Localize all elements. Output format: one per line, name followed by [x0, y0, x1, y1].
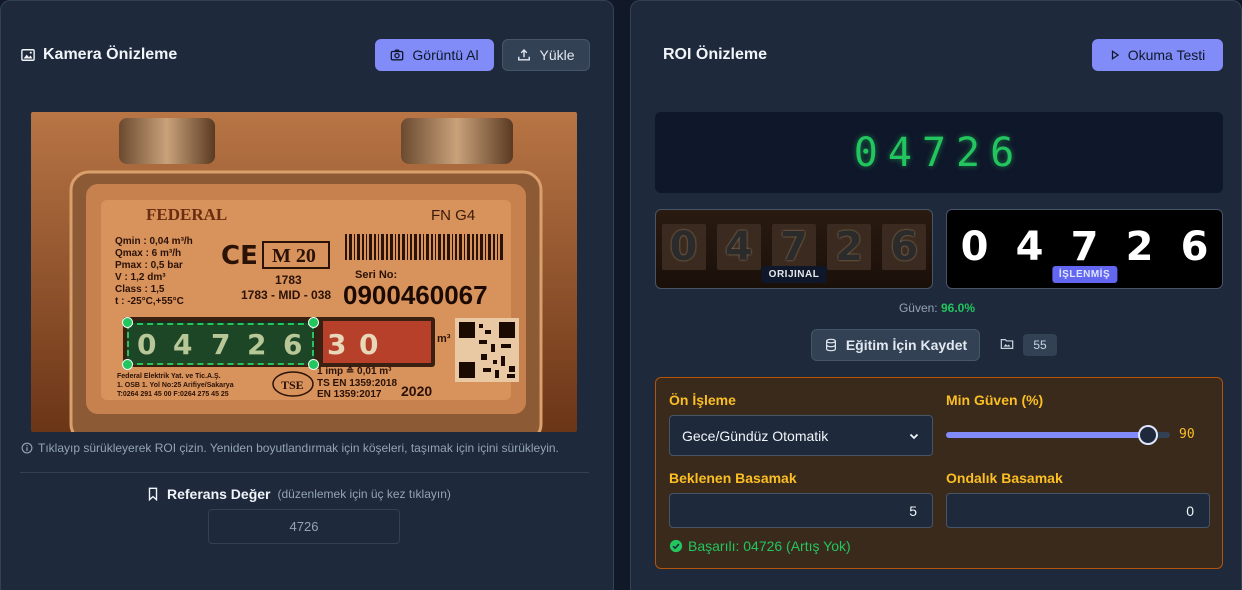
original-badge: ORIJINAL — [761, 266, 827, 283]
original-roi-thumbnail: 0 4 7 2 6 ORIJINAL — [655, 209, 933, 289]
camera-panel-title-text: Kamera Önizleme — [43, 46, 178, 63]
settings-box: Ön İşleme Gece/Gündüz Otomatik Min Güven… — [655, 377, 1223, 569]
meter-spec: Pmax : 0,5 bar — [115, 260, 183, 271]
expected-digits-label: Beklenen Basamak — [669, 470, 797, 486]
upload-button-label: Yükle — [539, 47, 575, 63]
meter-model: FN G4 — [431, 207, 475, 224]
meter-spec: t : -25°C,+55°C — [115, 296, 184, 307]
play-icon — [1111, 50, 1119, 60]
roi-panel: ROI Önizleme Okuma Testi 04726 0 4 7 2 6… — [630, 0, 1242, 590]
reference-label: Referans Değer (düzenlemek için üç kez t… — [146, 486, 451, 502]
chevron-down-icon — [909, 433, 919, 439]
status-message: Başarılı: 04726 (Artış Yok) — [669, 538, 851, 554]
reading-display: 04726 — [655, 112, 1223, 193]
expected-digits-input[interactable]: 5 — [669, 493, 933, 528]
save-for-training-button[interactable]: Eğitim İçin Kaydet — [811, 329, 980, 361]
processed-digit: 0 — [960, 224, 989, 270]
camera-panel-title: Kamera Önizleme — [21, 46, 177, 64]
meter-spec: Qmax : 6 m³/h — [115, 248, 181, 259]
meter-spec: Qmin : 0,04 m³/h — [115, 236, 193, 247]
camera-icon — [391, 49, 404, 61]
min-confidence-value: 90 — [1179, 427, 1195, 442]
bookmark-icon — [148, 487, 158, 501]
meter-unit: m³ — [437, 333, 451, 345]
confidence-label: Güven: — [898, 301, 938, 315]
info-icon — [21, 442, 33, 454]
meter-brand: FEDERAL — [146, 205, 227, 224]
ce-mark: CE — [221, 241, 258, 271]
image-icon — [21, 49, 35, 61]
roi-handle-bottom-left[interactable] — [122, 359, 133, 370]
roi-hint-text: Tıklayıp sürükleyerek ROI çizin. Yeniden… — [38, 441, 559, 455]
original-digit: 6 — [882, 224, 927, 270]
read-test-button[interactable]: Okuma Testi — [1092, 39, 1223, 71]
meter-spec: Class : 1,5 — [115, 284, 165, 295]
divider — [20, 472, 589, 473]
upload-button[interactable]: Yükle — [502, 39, 590, 71]
camera-preview[interactable]: FEDERAL FN G4 Qmin : 0,04 m³/h Qmax : 6 … — [31, 112, 577, 432]
meter-spec: V : 1,2 dm³ — [115, 272, 166, 283]
roi-handle-bottom-right[interactable] — [308, 359, 319, 370]
maker-line: T:0264 291 45 00 F:0264 275 45 25 — [117, 391, 229, 398]
tse-logo: TSE — [281, 378, 304, 392]
confidence-line: Güven: 96.0% — [631, 301, 1242, 315]
read-test-button-label: Okuma Testi — [1127, 47, 1206, 63]
min-confidence-slider-fill — [946, 432, 1148, 438]
original-digit: 4 — [716, 224, 761, 270]
roi-handle-top-left[interactable] — [122, 317, 133, 328]
status-text: Başarılı: 04726 (Artış Yok) — [688, 538, 851, 554]
roi-hint: Tıklayıp sürükleyerek ROI çizin. Yeniden… — [21, 441, 601, 455]
processed-badge: İŞLENMİŞ — [1051, 266, 1118, 283]
processed-roi-thumbnail: 0 4 7 2 6 İŞLENMİŞ — [946, 209, 1223, 289]
processed-digit: 4 — [1015, 224, 1044, 270]
database-icon — [825, 338, 836, 352]
meter-class-badge: M 20 — [272, 245, 316, 267]
processed-digit: 7 — [1070, 224, 1099, 270]
maker-line: Federal Elektrik Yat. ve Tic.A.Ş. — [117, 373, 221, 380]
standard-text: TS EN 1359:2018 — [317, 378, 397, 389]
processed-digit: 6 — [1180, 224, 1209, 270]
maker-line: 1. OSB 1. Yol No:25 Arifiye/Sakarya — [117, 382, 234, 389]
reference-label-text: Referans Değer — [167, 486, 271, 502]
capture-button-label: Görüntü Al — [412, 47, 479, 63]
serial-number: 0900460067 — [343, 280, 488, 310]
decimal-digits-input[interactable]: 0 — [946, 493, 1210, 528]
original-digit: 2 — [827, 224, 872, 270]
roi-selection[interactable] — [127, 323, 314, 365]
folder-image-icon[interactable] — [1000, 337, 1014, 351]
saved-count-badge: 55 — [1023, 334, 1057, 356]
preprocess-label: Ön İşleme — [669, 392, 736, 408]
decimal-digit: 0 — [359, 328, 378, 361]
check-circle-icon — [669, 539, 683, 553]
meter-code-mid: 1783 - MID - 038 — [241, 288, 331, 302]
capture-button[interactable]: Görüntü Al — [375, 39, 494, 71]
meter-photo: FEDERAL FN G4 Qmin : 0,04 m³/h Qmax : 6 … — [31, 112, 577, 432]
preprocess-select-value: Gece/Gündüz Otomatik — [682, 427, 829, 444]
confidence-value: 96.0% — [941, 301, 976, 315]
reference-input[interactable] — [208, 509, 400, 544]
reference-hint: (düzenlemek için üç kez tıklayın) — [277, 487, 451, 501]
min-confidence-slider-thumb[interactable] — [1137, 425, 1158, 445]
upload-icon — [518, 49, 531, 61]
min-confidence-label: Min Güven (%) — [946, 392, 1044, 408]
decimal-digit: 3 — [327, 328, 346, 361]
original-digit: 0 — [661, 224, 706, 270]
roi-handle-top-right[interactable] — [308, 317, 319, 328]
min-confidence-slider[interactable] — [946, 425, 1170, 445]
original-digit: 7 — [772, 224, 816, 270]
save-for-training-label: Eğitim İçin Kaydet — [845, 337, 968, 353]
meter-year: 2020 — [401, 383, 432, 399]
processed-digit: 2 — [1125, 224, 1154, 270]
decimal-digits-label: Ondalık Basamak — [946, 470, 1063, 486]
meter-code: 1783 — [275, 273, 302, 287]
standard-text: EN 1359:2017 — [317, 389, 382, 400]
preprocess-select[interactable]: Gece/Gündüz Otomatik — [669, 415, 933, 456]
impulse-text: 1 imp ≙ 0,01 m³ — [317, 365, 392, 377]
roi-panel-title: ROI Önizleme — [663, 46, 768, 63]
